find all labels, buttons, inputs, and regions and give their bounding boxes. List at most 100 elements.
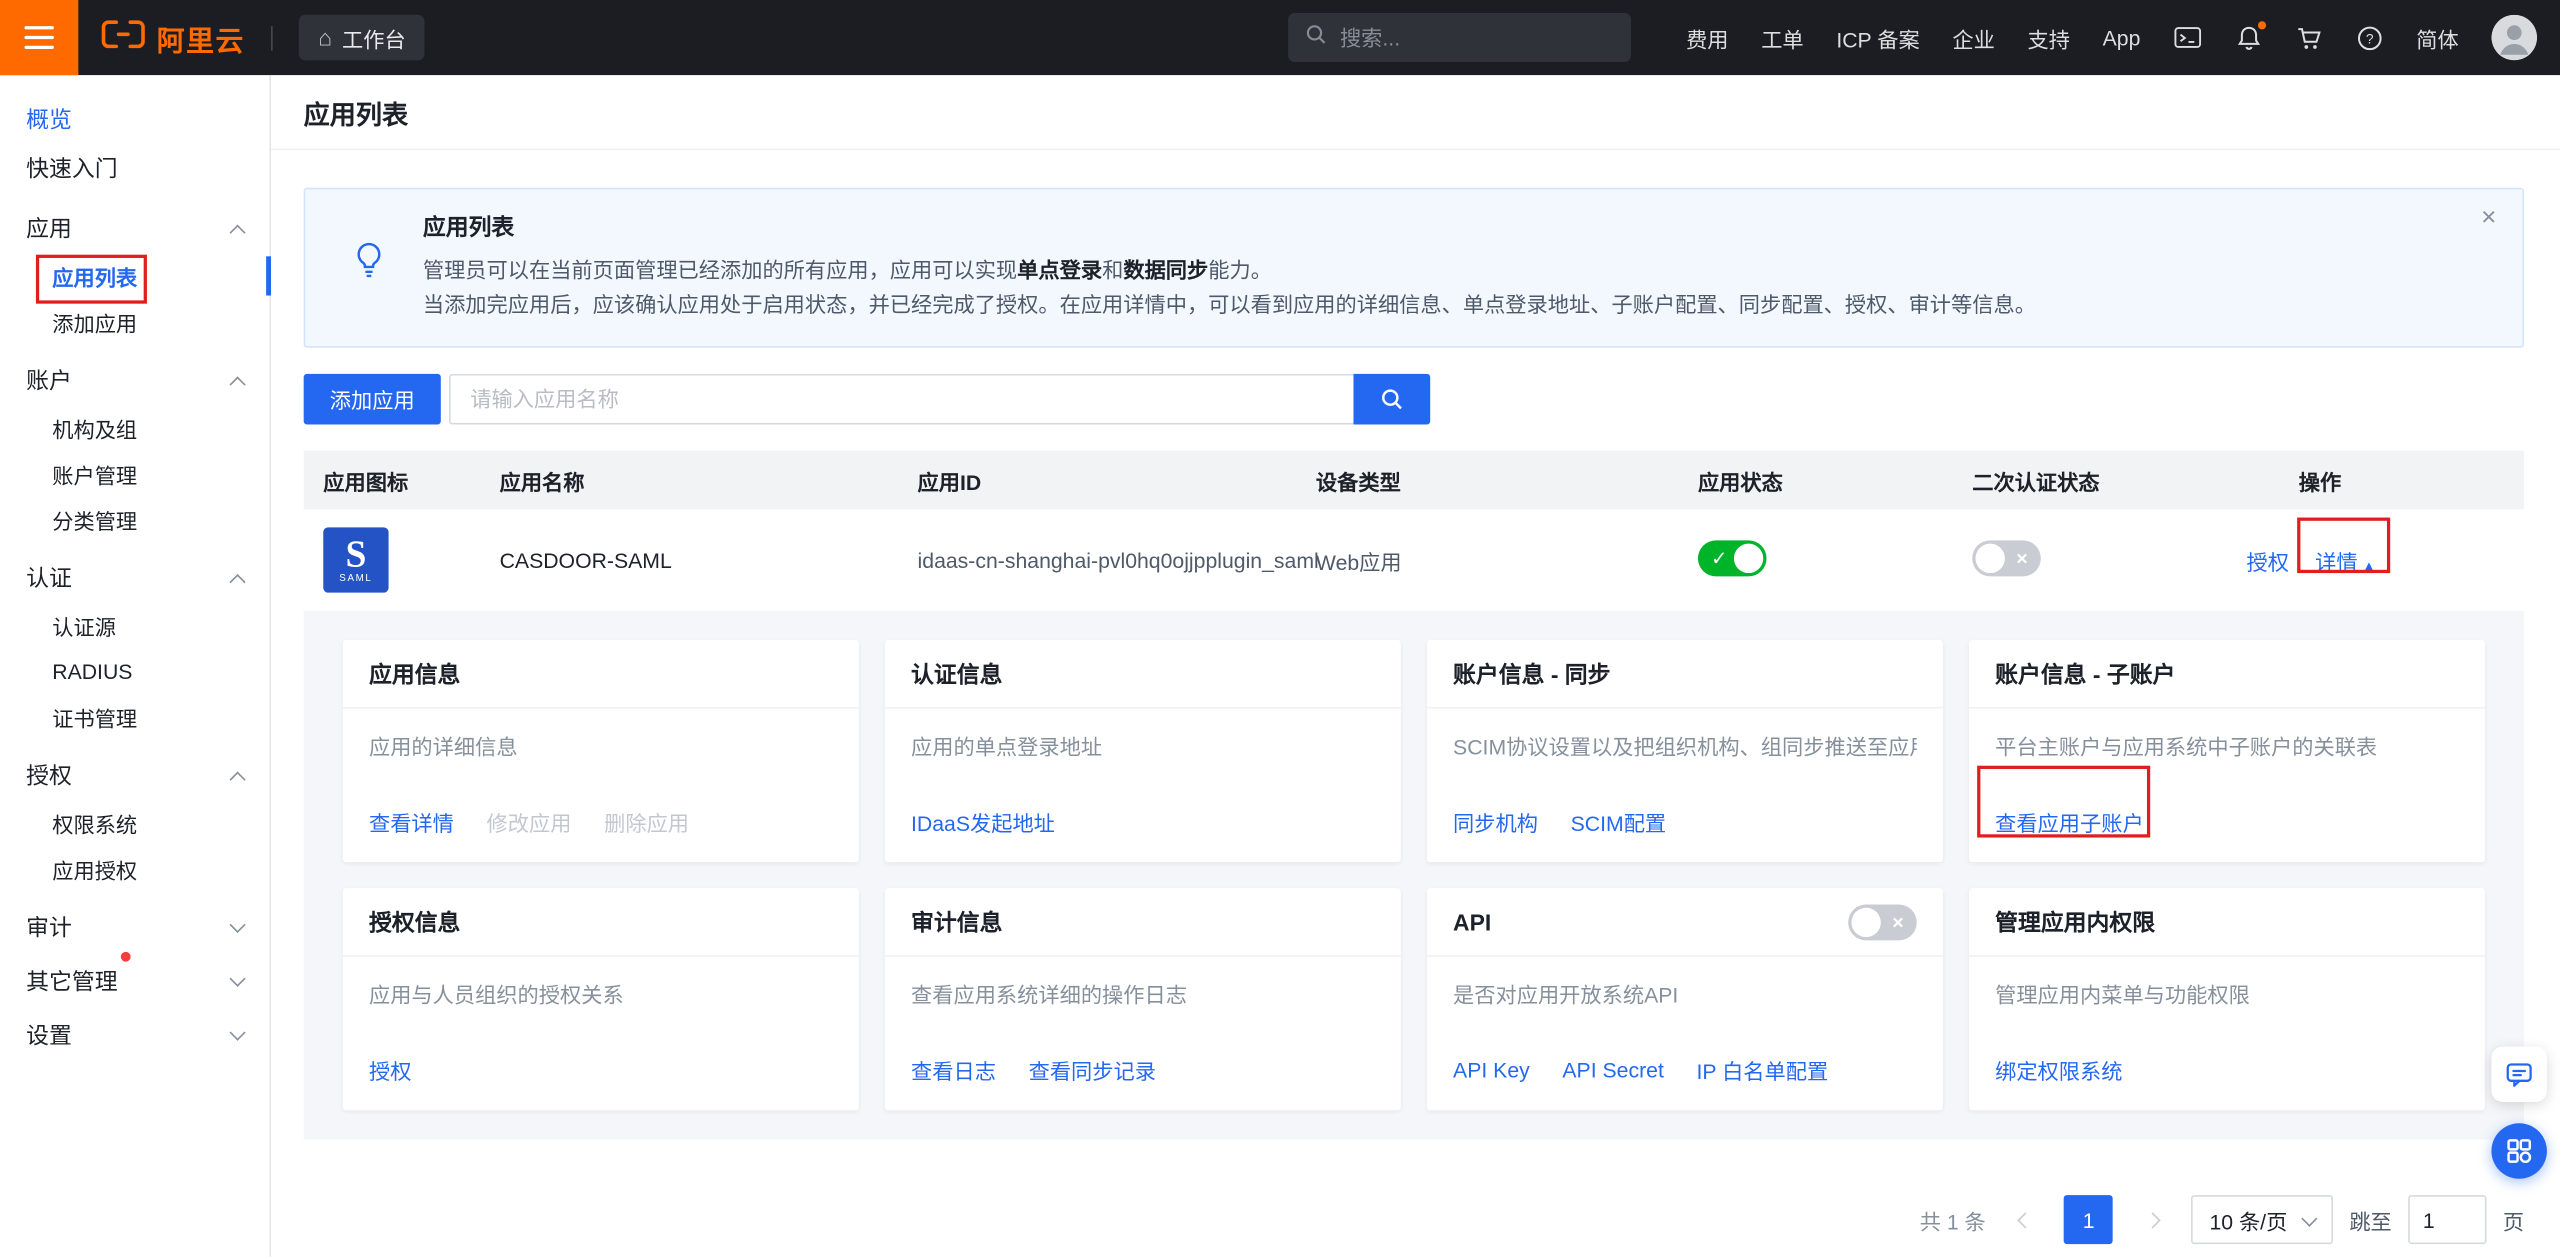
api-secret-link[interactable]: API Secret bbox=[1562, 1058, 1663, 1082]
api-key-link[interactable]: API Key bbox=[1453, 1058, 1530, 1082]
card-desc: 平台主账户与应用系统中子账户的关联表 bbox=[1995, 730, 2459, 761]
language-switch[interactable]: 简体 bbox=[2416, 22, 2458, 53]
nav-icp[interactable]: ICP 备案 bbox=[1836, 22, 1919, 53]
sidebar-group-application-header[interactable]: 应用 bbox=[0, 204, 269, 253]
col-app-id: 应用ID bbox=[898, 464, 1296, 495]
prev-page-button[interactable] bbox=[2002, 1197, 2048, 1243]
api-toggle[interactable]: × bbox=[1848, 904, 1917, 940]
nav-tickets[interactable]: 工单 bbox=[1761, 22, 1803, 53]
sidebar-item-category-mgmt[interactable]: 分类管理 bbox=[0, 496, 269, 542]
main-content: 应用列表 应用列表 管理员可以在当前页面管理已经添加的所有应用，应用可以实现单点… bbox=[271, 75, 2560, 1257]
help-icon[interactable]: ? bbox=[2356, 24, 2384, 52]
toggle-knob bbox=[1976, 543, 2005, 572]
aliyun-logo-icon bbox=[101, 19, 145, 57]
cart-icon[interactable] bbox=[2295, 24, 2323, 52]
card-desc: 管理应用内菜单与功能权限 bbox=[1995, 978, 2459, 1009]
cloudshell-icon[interactable] bbox=[2173, 24, 2202, 50]
toolbar: 添加应用 bbox=[304, 374, 2524, 425]
sidebar-item-app-authorization[interactable]: 应用授权 bbox=[0, 846, 269, 892]
card-title: 授权信息 bbox=[369, 905, 460, 938]
nav-support[interactable]: 支持 bbox=[2027, 22, 2069, 53]
group-label: 应用 bbox=[26, 212, 72, 245]
app-table: 应用图标 应用名称 应用ID 设备类型 应用状态 二次认证状态 操作 S SAM… bbox=[304, 451, 2524, 611]
notifications-bell-icon[interactable] bbox=[2235, 24, 2263, 52]
app-search-button[interactable] bbox=[1353, 374, 1430, 425]
sidebar-item-account-mgmt[interactable]: 账户管理 bbox=[0, 451, 269, 497]
app-id-cell: idaas-cn-shanghai-pvl0hq0ojjpplugin_saml bbox=[898, 548, 1296, 572]
sidebar-group-application: 应用 应用列表 添加应用 bbox=[0, 204, 269, 344]
card-title: 应用信息 bbox=[369, 657, 460, 690]
sidebar-group-authorization-header[interactable]: 授权 bbox=[0, 751, 269, 800]
add-app-button[interactable]: 添加应用 bbox=[304, 374, 441, 425]
2fa-status-toggle[interactable]: × bbox=[1972, 540, 2041, 576]
sidebar-item-quickstart[interactable]: 快速入门 bbox=[0, 144, 269, 193]
workbench-button[interactable]: ⌂ 工作台 bbox=[299, 15, 426, 61]
sidebar-item-permission-system[interactable]: 权限系统 bbox=[0, 800, 269, 846]
sidebar-group-account-header[interactable]: 账户 bbox=[0, 356, 269, 405]
chevron-up-icon bbox=[229, 376, 245, 392]
next-page-button[interactable] bbox=[2129, 1197, 2175, 1243]
authorize-card-link[interactable]: 授权 bbox=[369, 1055, 411, 1086]
sidebar-item-app-list[interactable]: 应用列表 bbox=[0, 253, 269, 299]
details-link[interactable]: 详情▲ bbox=[2315, 544, 2375, 575]
topbar-search-input[interactable] bbox=[1340, 25, 1627, 49]
sidebar-group-auth-header[interactable]: 认证 bbox=[0, 553, 269, 602]
app-search-input[interactable] bbox=[449, 374, 1353, 425]
idaas-initiate-link[interactable]: IDaaS发起地址 bbox=[911, 807, 1055, 838]
nav-app[interactable]: App bbox=[2103, 25, 2141, 49]
topbar-nav: 费用 工单 ICP 备案 企业 支持 App ? 简体 bbox=[1686, 15, 2537, 61]
sidebar-item-auth-source[interactable]: 认证源 bbox=[0, 602, 269, 648]
sidebar-group-audit-header[interactable]: 审计 bbox=[0, 903, 269, 952]
sidebar-item-radius[interactable]: RADIUS bbox=[0, 648, 269, 694]
group-label: 审计 bbox=[26, 911, 72, 944]
app-status-toggle[interactable]: ✓ bbox=[1698, 540, 1767, 576]
console-page: 阿里云 ⌂ 工作台 费用 工单 ICP 备案 企业 支持 App bbox=[0, 0, 2560, 1257]
page-title: 应用列表 bbox=[304, 92, 409, 131]
sidebar-item-org-groups[interactable]: 机构及组 bbox=[0, 405, 269, 451]
page-size-select[interactable]: 10 条/页 bbox=[2191, 1195, 2333, 1244]
2fa-status-cell: × bbox=[1953, 540, 2208, 581]
feedback-chat-button[interactable] bbox=[2491, 1047, 2547, 1103]
survey-widget-button[interactable] bbox=[2491, 1123, 2547, 1179]
sync-org-link[interactable]: 同步机构 bbox=[1453, 807, 1538, 838]
view-details-link[interactable]: 查看详情 bbox=[369, 807, 454, 838]
pagination: 共 1 条 1 10 条/页 跳至 页 bbox=[304, 1195, 2524, 1244]
page-number-button[interactable]: 1 bbox=[2064, 1195, 2113, 1244]
jump-page-input[interactable] bbox=[2408, 1195, 2486, 1244]
card-in-app-permissions: 管理应用内权限 管理应用内菜单与功能权限 绑定权限系统 bbox=[1969, 888, 2485, 1110]
banner-line1: 管理员可以在当前页面管理已经添加的所有应用，应用可以实现单点登录和数据同步能力。 bbox=[423, 253, 2451, 287]
sidebar-group-settings-header[interactable]: 设置 bbox=[0, 1011, 269, 1060]
ip-whitelist-link[interactable]: IP 白名单配置 bbox=[1697, 1055, 1829, 1086]
sidebar-group-other-header[interactable]: 其它管理 bbox=[0, 957, 269, 1006]
col-actions: 操作 bbox=[2207, 464, 2524, 495]
sidebar-item-cert-mgmt[interactable]: 证书管理 bbox=[0, 694, 269, 740]
sidebar-item-overview[interactable]: 概览 bbox=[0, 95, 269, 144]
close-icon[interactable]: × bbox=[2481, 206, 2496, 232]
user-avatar[interactable] bbox=[2491, 15, 2537, 61]
view-sync-records-link[interactable]: 查看同步记录 bbox=[1029, 1055, 1156, 1086]
group-label: 授权 bbox=[26, 759, 72, 792]
search-icon bbox=[1304, 22, 1327, 53]
sidebar-item-add-app[interactable]: 添加应用 bbox=[0, 299, 269, 345]
col-app-icon: 应用图标 bbox=[304, 464, 480, 495]
aliyun-logo[interactable]: 阿里云 bbox=[78, 17, 264, 58]
hamburger-menu-button[interactable] bbox=[0, 0, 78, 75]
saml-app-icon: S SAML bbox=[323, 527, 388, 592]
sidebar: 概览 快速入门 应用 应用列表 添加应用 账户 机构及组 账户管理 分类管理 认… bbox=[0, 75, 271, 1257]
scim-config-link[interactable]: SCIM配置 bbox=[1571, 807, 1667, 838]
toggle-knob bbox=[1734, 543, 1763, 572]
topbar-search[interactable] bbox=[1288, 13, 1631, 62]
notification-dot bbox=[2258, 20, 2266, 28]
view-logs-link[interactable]: 查看日志 bbox=[911, 1055, 996, 1086]
chevron-right-icon bbox=[2144, 1212, 2160, 1228]
card-desc: 查看应用系统详细的操作日志 bbox=[911, 978, 1375, 1009]
bind-permission-system-link[interactable]: 绑定权限系统 bbox=[1995, 1055, 2122, 1086]
authorize-link[interactable]: 授权 bbox=[2247, 544, 2289, 575]
nav-billing[interactable]: 费用 bbox=[1686, 22, 1728, 53]
view-sub-accounts-link[interactable]: 查看应用子账户 bbox=[1995, 807, 2144, 838]
page-size-value: 10 条/页 bbox=[2209, 1204, 2287, 1235]
nav-enterprise[interactable]: 企业 bbox=[1952, 22, 1994, 53]
col-2fa-status: 二次认证状态 bbox=[1953, 464, 2208, 495]
chevron-left-icon bbox=[2017, 1212, 2033, 1228]
chevron-up-icon bbox=[229, 224, 245, 240]
